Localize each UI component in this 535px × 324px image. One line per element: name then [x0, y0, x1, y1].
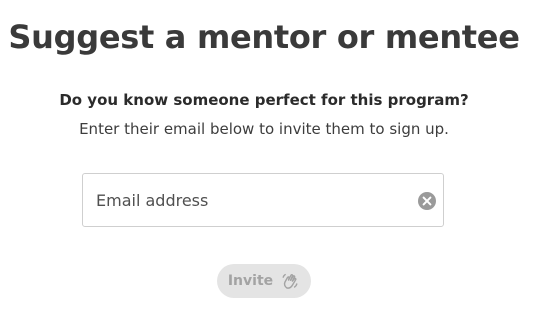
invite-question: Do you know someone perfect for this pro…	[59, 91, 469, 109]
waving-hand-icon	[280, 271, 300, 291]
page-title: Suggest a mentor or mentee	[8, 18, 520, 56]
email-input[interactable]	[96, 174, 406, 226]
email-field[interactable]	[82, 173, 444, 227]
invite-button[interactable]: Invite	[217, 264, 311, 298]
invite-button-label: Invite	[227, 273, 274, 289]
invite-instruction: Enter their email below to invite them t…	[79, 120, 449, 138]
clear-icon[interactable]	[417, 191, 437, 211]
